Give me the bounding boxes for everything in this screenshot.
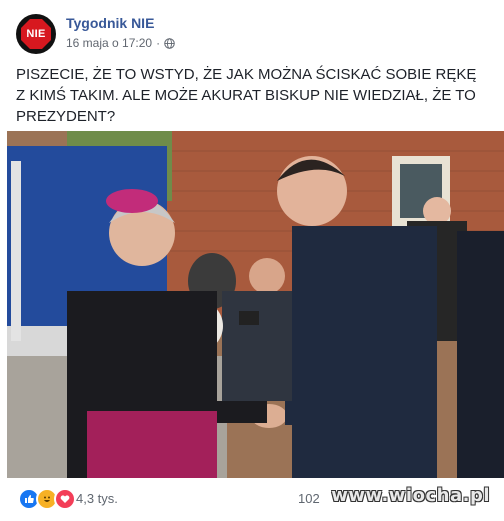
reaction-count[interactable]: 4,3 tys.: [76, 491, 118, 506]
post-text: PISZECIE, ŻE TO WSTYD, ŻE JAK MOŻNA ŚCIS…: [16, 66, 477, 125]
page-name-link[interactable]: Tygodnik NIE: [66, 15, 154, 31]
love-icon: [54, 488, 76, 510]
stop-sign-logo: NIE: [21, 19, 51, 49]
watermark: www.wiocha.pl: [331, 485, 490, 506]
post-meta: 16 maja o 17:20 ·: [66, 36, 175, 50]
post-header: NIE Tygodnik NIE 16 maja o 17:20 ·: [0, 0, 504, 58]
post-photo[interactable]: [7, 131, 504, 478]
post-footer: 4,3 tys. 102 www.wiocha.pl: [0, 480, 504, 521]
globe-icon[interactable]: [164, 37, 175, 49]
reaction-icons[interactable]: [18, 488, 76, 510]
post-timestamp[interactable]: 16 maja o 17:20: [66, 36, 152, 50]
photo-handshake-scene: [7, 131, 504, 478]
facebook-post: NIE Tygodnik NIE 16 maja o 17:20 · PISZE…: [0, 0, 504, 521]
comments-count[interactable]: 102: [298, 491, 320, 506]
page-avatar[interactable]: NIE: [16, 14, 56, 54]
